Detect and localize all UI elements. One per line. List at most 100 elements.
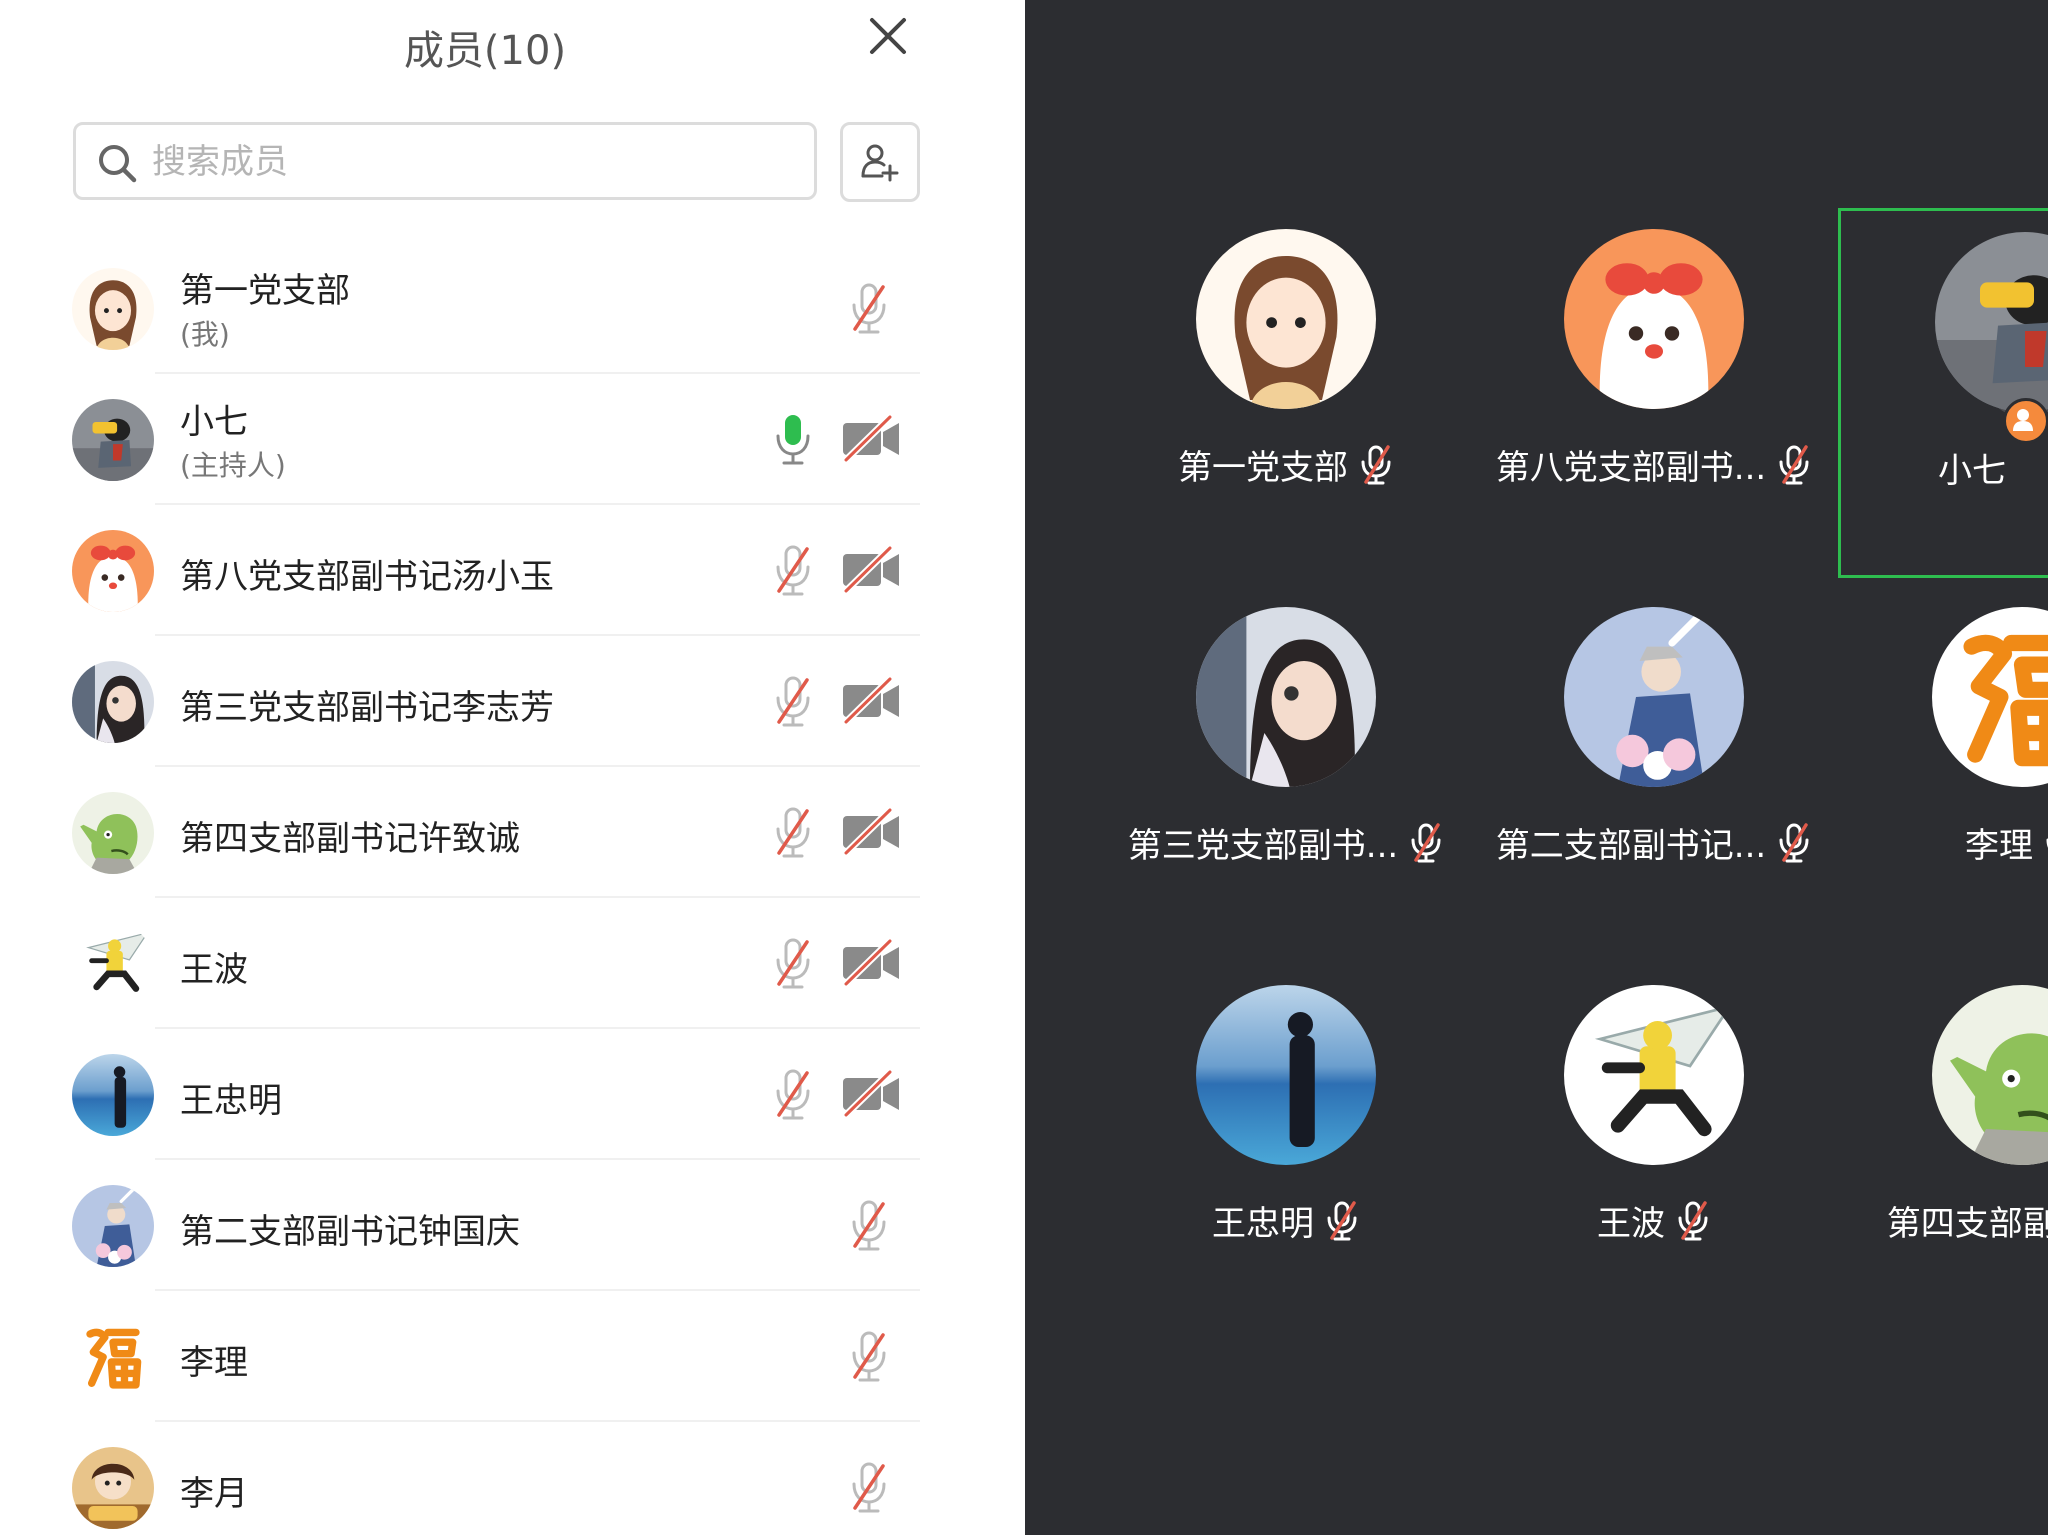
- close-icon: [870, 18, 906, 54]
- video-tile[interactable]: 小七: [1838, 208, 2048, 578]
- member-row[interactable]: 第八党支部副书记汤小玉: [0, 505, 1025, 636]
- member-row[interactable]: 王波: [0, 898, 1025, 1029]
- avatar-ocean-man: [1196, 985, 1376, 1165]
- tile-label: 第三党支部副书...: [1102, 818, 1470, 867]
- video-tile[interactable]: 第三党支部副书...: [1102, 586, 1470, 956]
- member-name: 第四支部副书记许致诚: [180, 819, 520, 859]
- member-name: 王波: [180, 950, 248, 990]
- microphone-muted-icon: [1358, 444, 1394, 486]
- tile-name: 李理: [1965, 826, 2033, 866]
- microphone-muted-icon[interactable]: [845, 1329, 893, 1385]
- member-row[interactable]: 李理: [0, 1291, 1025, 1422]
- avatar-flower-boy: [72, 1185, 154, 1267]
- tile-label: 李理: [1838, 818, 2048, 867]
- member-role: (主持人): [180, 449, 286, 482]
- member-panel: 成员(10) 第一党支部 (我) 小七 (主持人) 第八党支部副书记汤小玉第三党支部副书…: [0, 0, 1025, 1535]
- tile-label: 第四支部副书记...: [1838, 1196, 2048, 1245]
- member-name: 李月: [180, 1474, 248, 1514]
- tile-name: 王忠明: [1212, 1204, 1314, 1244]
- microphone-muted-icon[interactable]: [769, 1067, 817, 1123]
- member-name: 王忠明: [180, 1081, 282, 1121]
- avatar-skater: [72, 399, 154, 481]
- video-tile[interactable]: 第八党支部副书...: [1470, 208, 1838, 578]
- member-row[interactable]: 第二支部副书记钟国庆: [0, 1160, 1025, 1291]
- member-name: 第三党支部副书记李志芳: [180, 688, 554, 728]
- add-user-icon: [861, 144, 899, 182]
- camera-off-icon[interactable]: [840, 544, 902, 595]
- tile-name: 第三党支部副书...: [1127, 826, 1399, 866]
- microphone-muted-icon: [2043, 822, 2048, 864]
- avatar-green-goblin: [72, 792, 154, 874]
- microphone-muted-icon[interactable]: [769, 674, 817, 730]
- member-name: 李理: [180, 1343, 248, 1383]
- avatar-paper-plane-guy: [72, 923, 154, 1005]
- avatar-cartoon-girl: [72, 268, 154, 350]
- member-role: (我): [180, 318, 230, 351]
- video-tile[interactable]: 王波: [1470, 964, 1838, 1334]
- video-grid: 第一党支部 第八党支部副书... 小七第三党支部副书... 第二支部副书记... 李理王…: [1025, 0, 2048, 1535]
- avatar-flower-boy: [1564, 607, 1744, 787]
- tile-name: 第二支部副书记...: [1495, 826, 1767, 866]
- member-row[interactable]: 小七 (主持人): [0, 374, 1025, 505]
- camera-off-icon[interactable]: [840, 675, 902, 726]
- avatar-girl-photo: [72, 661, 154, 743]
- avatar-green-goblin: [1932, 985, 2048, 1165]
- tile-label: 第一党支部: [1102, 440, 1470, 489]
- video-tile[interactable]: 王忠明: [1102, 964, 1470, 1334]
- microphone-muted-icon: [1776, 822, 1812, 864]
- microphone-on-icon[interactable]: [769, 412, 817, 468]
- video-tile[interactable]: 李理: [1838, 586, 2048, 956]
- avatar-ocean-man: [72, 1054, 154, 1136]
- member-row[interactable]: 第一党支部 (我): [0, 243, 1025, 374]
- invite-member-button[interactable]: [840, 122, 920, 202]
- avatar-white-puppy: [72, 530, 154, 612]
- avatar-white-puppy: [1564, 229, 1744, 409]
- avatar-skater: [1935, 232, 2048, 412]
- tile-name: 第四支部副书记...: [1886, 1204, 2048, 1244]
- member-row[interactable]: 第四支部副书记许致诚: [0, 767, 1025, 898]
- microphone-muted-icon[interactable]: [769, 805, 817, 861]
- search-box[interactable]: [73, 122, 817, 200]
- avatar-fu-character: [1932, 607, 2048, 787]
- microphone-muted-icon[interactable]: [769, 936, 817, 992]
- camera-off-icon[interactable]: [840, 1068, 902, 1119]
- video-tile[interactable]: 第二支部副书记...: [1470, 586, 1838, 956]
- avatar-girl-photo: [1196, 607, 1376, 787]
- tile-label: 小七: [1841, 443, 2048, 492]
- tile-name: 小七: [1938, 451, 2006, 491]
- search-input[interactable]: [150, 135, 794, 189]
- camera-off-icon[interactable]: [840, 806, 902, 857]
- member-name: 第二支部副书记钟国庆: [180, 1212, 520, 1252]
- avatar-fu-character: [72, 1316, 154, 1398]
- microphone-muted-icon: [1675, 1200, 1711, 1242]
- member-name: 第八党支部副书记汤小玉: [180, 557, 554, 597]
- member-name: 第一党支部: [180, 271, 350, 311]
- tile-name: 第八党支部副书...: [1495, 448, 1767, 488]
- member-row[interactable]: 李月: [0, 1422, 1025, 1535]
- panel-title: 成员(10): [403, 28, 567, 74]
- video-tile[interactable]: 第一党支部: [1102, 208, 1470, 578]
- camera-off-icon[interactable]: [840, 937, 902, 988]
- search-icon: [99, 145, 137, 183]
- microphone-muted-icon[interactable]: [845, 281, 893, 337]
- member-row[interactable]: 王忠明: [0, 1029, 1025, 1160]
- tile-label: 王忠明: [1102, 1196, 1470, 1245]
- camera-off-icon[interactable]: [840, 413, 902, 464]
- host-badge-icon: [2003, 398, 2048, 444]
- member-list: 第一党支部 (我) 小七 (主持人) 第八党支部副书记汤小玉 第三党支部副书记李志芳 第四支…: [0, 243, 1025, 1535]
- video-tile[interactable]: 第四支部副书记...: [1838, 964, 2048, 1334]
- microphone-muted-icon: [1324, 1200, 1360, 1242]
- tile-name: 第一党支部: [1178, 448, 1348, 488]
- tile-label: 王波: [1470, 1196, 1838, 1245]
- avatar-kid-photo: [72, 1447, 154, 1529]
- tile-label: 第八党支部副书...: [1470, 440, 1838, 489]
- member-name: 小七: [180, 402, 248, 442]
- avatar-paper-plane-guy: [1564, 985, 1744, 1165]
- close-button[interactable]: [866, 14, 910, 58]
- member-row[interactable]: 第三党支部副书记李志芳: [0, 636, 1025, 767]
- microphone-muted-icon: [1776, 444, 1812, 486]
- microphone-muted-icon[interactable]: [769, 543, 817, 599]
- avatar-cartoon-girl: [1196, 229, 1376, 409]
- microphone-muted-icon[interactable]: [845, 1198, 893, 1254]
- microphone-muted-icon[interactable]: [845, 1460, 893, 1516]
